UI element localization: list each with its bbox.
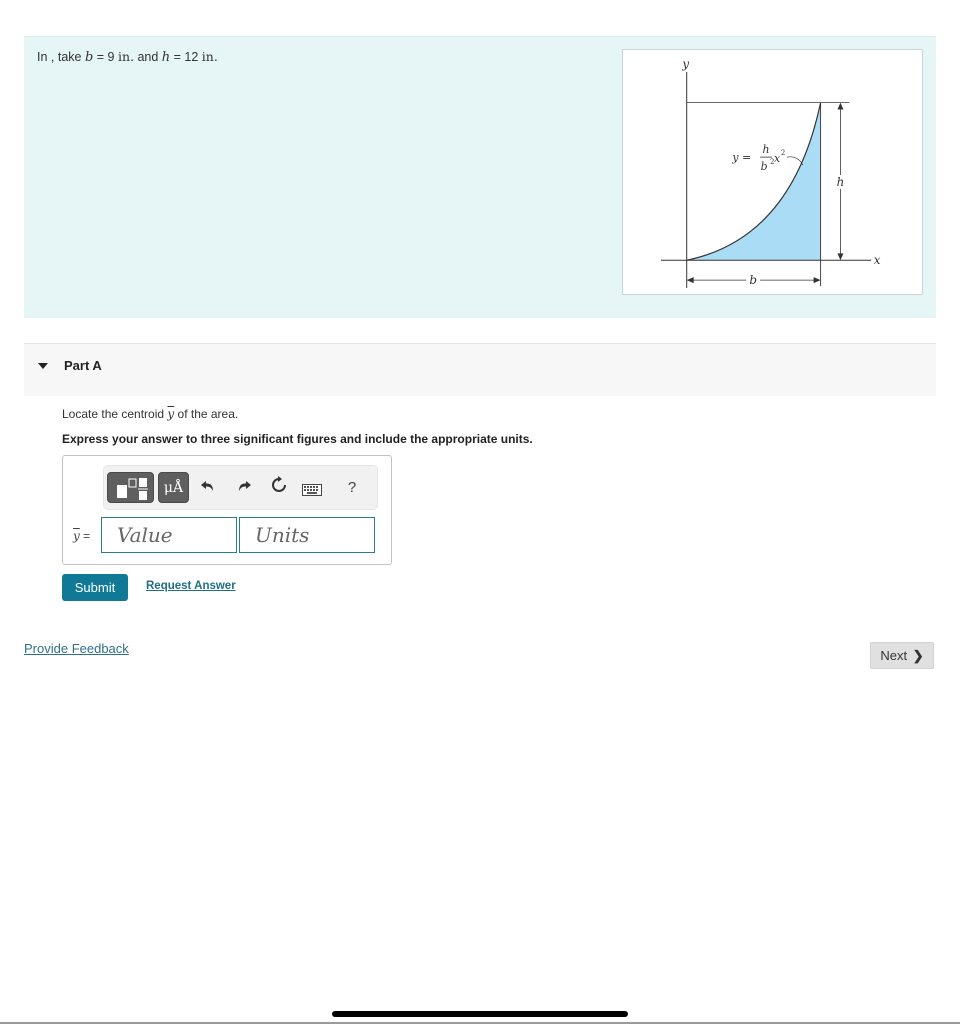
- equation-numerator: h: [763, 143, 770, 156]
- answer-label-eq: =: [79, 529, 91, 543]
- problem-statement: In , take b = 9 in. and h = 12 in.: [37, 49, 218, 65]
- next-label: Next: [880, 647, 908, 663]
- chevron-right-icon: ❯: [912, 647, 924, 663]
- home-indicator[interactable]: [332, 1011, 628, 1017]
- provide-feedback-link[interactable]: Provide Feedback: [24, 641, 129, 656]
- shaded-area: [686, 102, 821, 261]
- submit-button[interactable]: Submit: [62, 574, 128, 601]
- answer-label: y =: [73, 529, 90, 543]
- math-toolbar: μÅ ?: [103, 465, 378, 510]
- h-label: h: [837, 175, 845, 189]
- help-button[interactable]: ?: [342, 479, 362, 496]
- templates-icon: [117, 478, 148, 500]
- equation-var: x: [774, 152, 780, 165]
- answer-format-instruction: Express your answer to three significant…: [62, 432, 533, 446]
- part-a-header[interactable]: Part A: [24, 343, 936, 396]
- equation-leader: [786, 156, 804, 166]
- units-input[interactable]: [239, 517, 375, 553]
- b-arrow-left: [686, 277, 694, 284]
- instruction-suffix: of the area.: [174, 407, 239, 421]
- request-answer-link[interactable]: Request Answer: [146, 580, 236, 592]
- next-button[interactable]: Next ❯: [870, 642, 934, 669]
- problem-prefix: In , take: [37, 50, 85, 64]
- problem-panel: In , take b = 9 in. and h = 12 in. b h y…: [24, 36, 936, 318]
- h-variable: h: [161, 50, 171, 65]
- answer-label-ybar: y: [73, 529, 80, 543]
- reset-icon[interactable]: [269, 476, 289, 499]
- h-value: = 12: [170, 50, 202, 64]
- h-unit: in.: [201, 49, 218, 64]
- figure-diagram: b h y x y = h b 2 x 2: [660, 57, 881, 289]
- undo-icon[interactable]: [198, 478, 218, 499]
- h-arrow-top: [837, 102, 844, 110]
- value-input[interactable]: [101, 517, 237, 553]
- b-label: b: [749, 273, 757, 287]
- h-arrow-bottom: [837, 253, 844, 261]
- equation-lhs: y =: [731, 151, 751, 164]
- y-axis-label: y: [681, 57, 689, 71]
- keyboard-icon[interactable]: [302, 481, 322, 501]
- x-axis-label: x: [874, 253, 881, 267]
- templates-button[interactable]: [107, 472, 154, 503]
- instruction-prefix: Locate the centroid: [62, 407, 168, 421]
- redo-icon[interactable]: [234, 478, 254, 499]
- answer-box: μÅ ? y =: [62, 455, 392, 565]
- caret-down-icon[interactable]: [38, 363, 48, 369]
- equation-var-exp: 2: [781, 149, 785, 157]
- equation-denominator: b: [761, 160, 768, 173]
- b-value: = 9: [93, 50, 118, 64]
- units-button[interactable]: μÅ: [158, 472, 189, 503]
- b-arrow-right: [813, 277, 821, 284]
- figure[interactable]: b h y x y = h b 2 x 2: [622, 49, 923, 295]
- part-title: Part A: [64, 358, 102, 373]
- question-instruction: Locate the centroid y of the area.: [62, 407, 238, 421]
- b-unit: in.: [117, 49, 134, 64]
- problem-and: and: [133, 50, 162, 64]
